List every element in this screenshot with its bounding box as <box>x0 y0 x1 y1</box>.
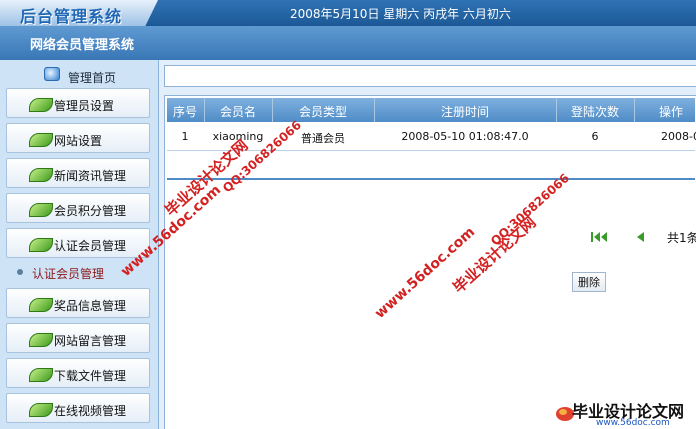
bullet-icon <box>17 269 23 275</box>
leaf-icon <box>29 403 53 417</box>
sidebar-item-label: 新闻资讯管理 <box>54 169 127 183</box>
cell-index: 1 <box>181 130 189 143</box>
col-header-type: 会员类型 <box>298 105 347 119</box>
leaf-icon <box>29 368 53 382</box>
sidebar-home-label: 管理首页 <box>68 71 117 85</box>
cell-login-count: 6 <box>591 130 599 143</box>
sidebar-item-label: 管理员设置 <box>54 99 115 113</box>
sidebar-item-videos[interactable]: 在线视频管理 <box>6 393 150 423</box>
leaf-icon <box>29 98 53 112</box>
sidebar-item-prizes[interactable]: 奖品信息管理 <box>6 288 150 318</box>
sidebar-item-label: 会员积分管理 <box>54 204 127 218</box>
sidebar-item-messages[interactable]: 网站留言管理 <box>6 323 150 353</box>
sidebar-item-label: 网站留言管理 <box>54 334 127 348</box>
leaf-icon <box>29 238 53 252</box>
app-logo: 后台管理系统 <box>20 7 123 26</box>
sidebar-item-label: 在线视频管理 <box>54 404 127 418</box>
col-header-index: 序号 <box>172 105 197 119</box>
main-content: 序号 会员名 会员类型 注册时间 登陆次数 操作 1 xiaoming 普通会员… <box>159 60 696 429</box>
sidebar-item-admin-settings[interactable]: 管理员设置 <box>6 88 150 118</box>
leaf-icon <box>29 333 53 347</box>
date-display: 2008年5月10日 星期六 丙戌年 六月初六 <box>290 7 511 21</box>
system-title: 网络会员管理系统 <box>30 38 135 53</box>
sidebar-item-label: 网站设置 <box>54 134 103 148</box>
leaf-icon <box>29 203 53 217</box>
sidebar-item-label: 下载文件管理 <box>54 369 127 383</box>
sidebar-item-certified-members[interactable]: 认证会员管理 <box>6 228 150 258</box>
col-header-extra: 操作 <box>659 105 684 119</box>
bottom-logo-url: www.56doc.com <box>596 418 670 428</box>
sidebar-subitem-label: 认证会员管理 <box>32 267 105 281</box>
cell-reg-time: 2008-05-10 01:08:47.0 <box>401 130 529 143</box>
sidebar-item-news[interactable]: 新闻资讯管理 <box>6 158 150 188</box>
col-header-username: 会员名 <box>219 105 256 119</box>
monitor-icon <box>44 67 60 81</box>
sidebar-item-points[interactable]: 会员积分管理 <box>6 193 150 223</box>
sidebar: 管理首页 管理员设置 网站设置 新闻资讯管理 会员积分管理 认证会员管理 认证会… <box>0 60 159 429</box>
cell-extra: 2008-0 <box>661 130 696 143</box>
leaf-icon <box>29 298 53 312</box>
sidebar-home[interactable]: 管理首页 <box>0 64 158 86</box>
leaf-icon <box>29 133 53 147</box>
sidebar-item-downloads[interactable]: 下载文件管理 <box>6 358 150 388</box>
sidebar-item-label: 奖品信息管理 <box>54 299 127 313</box>
delete-button[interactable]: 删除 <box>572 272 606 292</box>
sidebar-item-label: 认证会员管理 <box>54 239 127 253</box>
first-page-icon[interactable] <box>590 231 610 243</box>
total-count: 共1条 <box>667 231 696 245</box>
top-blank-panel <box>164 65 696 87</box>
sidebar-item-site-settings[interactable]: 网站设置 <box>6 123 150 153</box>
col-header-reg-time: 注册时间 <box>440 105 489 119</box>
sub-header: 网络会员管理系统 <box>0 26 696 60</box>
leaf-icon <box>29 168 53 182</box>
col-header-login-count: 登陆次数 <box>570 105 619 119</box>
table-header: 序号 会员名 会员类型 注册时间 登陆次数 操作 <box>167 98 695 122</box>
prev-page-icon[interactable] <box>635 231 645 243</box>
top-bar: 后台管理系统 2008年5月10日 星期六 丙戌年 六月初六 <box>0 0 696 26</box>
